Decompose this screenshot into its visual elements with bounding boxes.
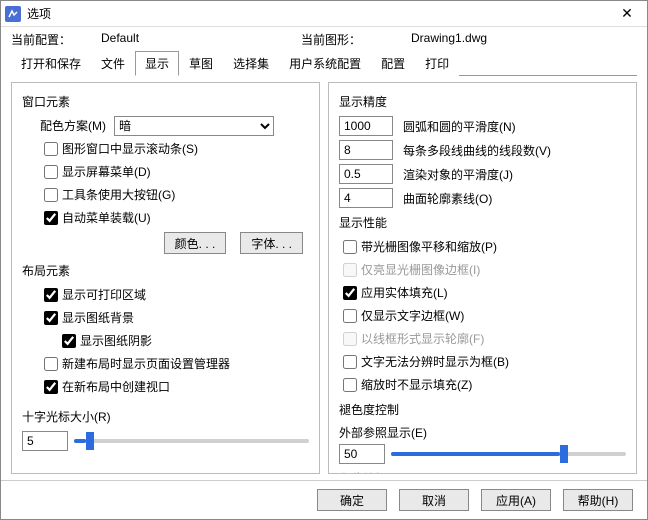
btn-fonts[interactable]: 字体. . . (240, 232, 303, 254)
right-panel: 显示精度 圆弧和圆的平滑度(N) 每条多段线曲线的线段数(V) 渲染对象的平滑度… (328, 82, 637, 474)
group-layout-elements: 布局元素 (22, 262, 309, 279)
apply-button[interactable]: 应用(A) (481, 489, 551, 511)
lbl-text-boundary: 仅显示文字边框(W) (361, 307, 464, 325)
color-scheme-select[interactable]: 暗 (114, 116, 274, 136)
chk-wireframe-silh (343, 332, 357, 346)
chk-auto-menu[interactable] (44, 211, 58, 225)
current-drawing-value: Drawing1.dwg (411, 31, 487, 48)
chk-text-boundary[interactable] (343, 309, 357, 323)
lbl-solid-fill: 应用实体填充(L) (361, 284, 448, 302)
group-precision: 显示精度 (339, 93, 626, 110)
xref-display-label: 外部参照显示(E) (339, 424, 626, 441)
lbl-create-viewport: 在新布局中创建视口 (62, 378, 170, 396)
contour-lines-label: 曲面轮廓素线(O) (403, 190, 492, 207)
group-fade-control: 褪色度控制 (339, 401, 626, 418)
app-icon (5, 6, 21, 22)
lbl-printable-area: 显示可打印区域 (62, 286, 146, 304)
tab-4[interactable]: 选择集 (223, 51, 279, 76)
arc-smooth-label: 圆弧和圆的平滑度(N) (403, 118, 516, 135)
cancel-button[interactable]: 取消 (399, 489, 469, 511)
dialog-title: 选项 (27, 5, 611, 22)
lbl-no-fill-zoom: 缩放时不显示填充(Z) (361, 376, 472, 394)
lbl-wireframe-silh: 以线框形式显示轮廓(F) (361, 330, 484, 348)
tab-5[interactable]: 用户系统配置 (279, 51, 371, 76)
lbl-highlight-raster: 仅亮显光栅图像边框(I) (361, 261, 480, 279)
xref-display-slider[interactable] (391, 445, 626, 463)
group-window-elements: 窗口元素 (22, 93, 309, 110)
tab-3[interactable]: 草图 (179, 51, 223, 76)
xref-display-value[interactable] (339, 444, 385, 464)
crosshair-value[interactable] (22, 431, 68, 451)
chk-pan-zoom-raster[interactable] (343, 240, 357, 254)
ok-button[interactable]: 确定 (317, 489, 387, 511)
chk-create-viewport[interactable] (44, 380, 58, 394)
render-smooth-input[interactable] (339, 164, 393, 184)
current-config-label: 当前配置： (11, 31, 101, 48)
chk-highlight-raster (343, 263, 357, 277)
tab-7[interactable]: 打印 (415, 51, 459, 76)
titlebar: 选项 ✕ (1, 1, 647, 27)
chk-true-color[interactable] (343, 355, 357, 369)
chk-solid-fill[interactable] (343, 286, 357, 300)
crosshair-label: 十字光标大小(R) (22, 408, 309, 425)
tab-strip: 打开和保存文件显示草图选择集用户系统配置配置打印 (11, 50, 637, 76)
polyline-seg-input[interactable] (339, 140, 393, 160)
chk-large-buttons[interactable] (44, 188, 58, 202)
chk-paper-shadow[interactable] (62, 334, 76, 348)
lbl-paper-bg: 显示图纸背景 (62, 309, 134, 327)
chk-no-fill-zoom[interactable] (343, 378, 357, 392)
tab-2[interactable]: 显示 (135, 51, 179, 76)
group-performance: 显示性能 (339, 214, 626, 231)
chk-printable-area[interactable] (44, 288, 58, 302)
help-button[interactable]: 帮助(H) (563, 489, 633, 511)
lbl-paper-shadow: 显示图纸阴影 (80, 332, 152, 350)
arc-smooth-input[interactable] (339, 116, 393, 136)
close-icon[interactable]: ✕ (611, 5, 643, 22)
tab-6[interactable]: 配置 (371, 51, 415, 76)
current-config-value: Default (101, 31, 301, 48)
chk-scrollbars[interactable] (44, 142, 58, 156)
lbl-large-buttons: 工具条使用大按钮(G) (62, 186, 175, 204)
lbl-scrollbars: 图形窗口中显示滚动条(S) (62, 140, 198, 158)
inplace-edit-label: 在位编辑显示(Y) (339, 470, 626, 474)
color-scheme-label: 配色方案(M) (40, 117, 106, 135)
left-panel: 窗口元素 配色方案(M) 暗 图形窗口中显示滚动条(S) 显示屏幕菜单(D) 工… (11, 82, 320, 474)
lbl-true-color: 文字无法分辨时显示为框(B) (361, 353, 509, 371)
current-drawing-label: 当前图形： (301, 31, 411, 48)
tab-1[interactable]: 文件 (91, 51, 135, 76)
btn-colors[interactable]: 颜色. . . (164, 232, 227, 254)
info-row: 当前配置： Default 当前图形： Drawing1.dwg (1, 27, 647, 50)
contour-lines-input[interactable] (339, 188, 393, 208)
render-smooth-label: 渲染对象的平滑度(J) (403, 166, 513, 183)
lbl-screen-menu: 显示屏幕菜单(D) (62, 163, 151, 181)
tab-0[interactable]: 打开和保存 (11, 51, 91, 76)
chk-paper-bg[interactable] (44, 311, 58, 325)
dialog-footer: 确定 取消 应用(A) 帮助(H) (1, 480, 647, 519)
chk-screen-menu[interactable] (44, 165, 58, 179)
polyline-seg-label: 每条多段线曲线的线段数(V) (403, 142, 551, 159)
lbl-pan-zoom-raster: 带光栅图像平移和缩放(P) (361, 238, 497, 256)
chk-page-setup-mgr[interactable] (44, 357, 58, 371)
crosshair-slider[interactable] (74, 432, 309, 450)
lbl-page-setup-mgr: 新建布局时显示页面设置管理器 (62, 355, 230, 373)
lbl-auto-menu: 自动菜单装载(U) (62, 209, 151, 227)
